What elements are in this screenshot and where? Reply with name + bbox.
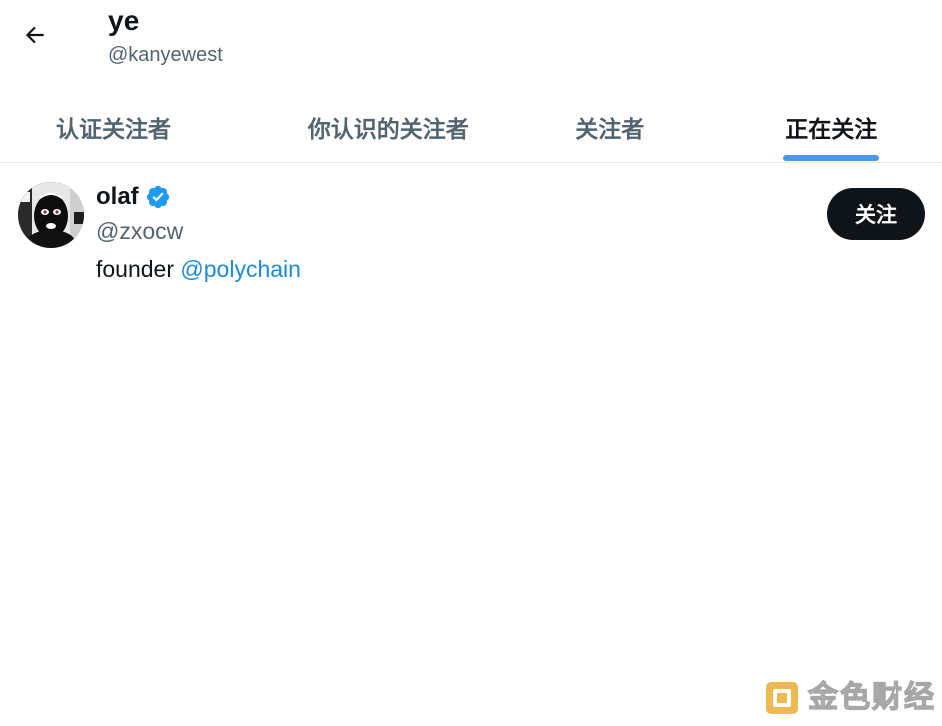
arrow-left-icon <box>25 26 44 44</box>
title-block: ye @kanyewest <box>108 4 223 68</box>
profile-handle: @kanyewest <box>108 44 223 66</box>
watermark-text: 金色财经 <box>807 680 936 714</box>
tab-label: 正在关注 <box>785 116 878 142</box>
verified-badge-icon <box>146 185 169 209</box>
user-bio: founder @polychain <box>96 254 301 284</box>
user-name[interactable]: olaf <box>96 182 139 212</box>
active-tab-indicator <box>783 155 880 161</box>
bio-text: founder <box>96 256 175 282</box>
tab-followers-you-know[interactable]: 你认识的关注者 <box>278 92 500 162</box>
tab-label: 关注者 <box>575 116 645 142</box>
back-button[interactable] <box>14 14 56 56</box>
user-name-line: olaf <box>96 182 171 212</box>
tab-label: 认证关注者 <box>56 116 171 142</box>
tab-followers[interactable]: 关注者 <box>499 92 721 162</box>
list-item[interactable]: olaf @zxocw founder @polychain 关注 <box>0 164 942 294</box>
profile-name: ye <box>108 5 140 36</box>
tab-following[interactable]: 正在关注 <box>721 92 942 162</box>
avatar-image <box>18 182 84 248</box>
page: ye @kanyewest 认证关注者 你认识的关注者 关注者 正在关注 ola… <box>0 0 942 726</box>
tab-verified-followers[interactable]: 认证关注者 <box>0 92 278 162</box>
profile-header: ye @kanyewest <box>0 0 942 80</box>
user-handle: @zxocw <box>96 218 184 244</box>
bio-mention-link[interactable]: @polychain <box>180 256 301 282</box>
avatar[interactable] <box>18 182 84 248</box>
watermark: 金色财经 <box>764 680 936 716</box>
tab-bar: 认证关注者 你认识的关注者 关注者 正在关注 <box>0 92 942 163</box>
tab-label: 你认识的关注者 <box>307 116 469 142</box>
follow-button[interactable]: 关注 <box>827 188 925 240</box>
watermark-logo-icon <box>766 682 798 714</box>
